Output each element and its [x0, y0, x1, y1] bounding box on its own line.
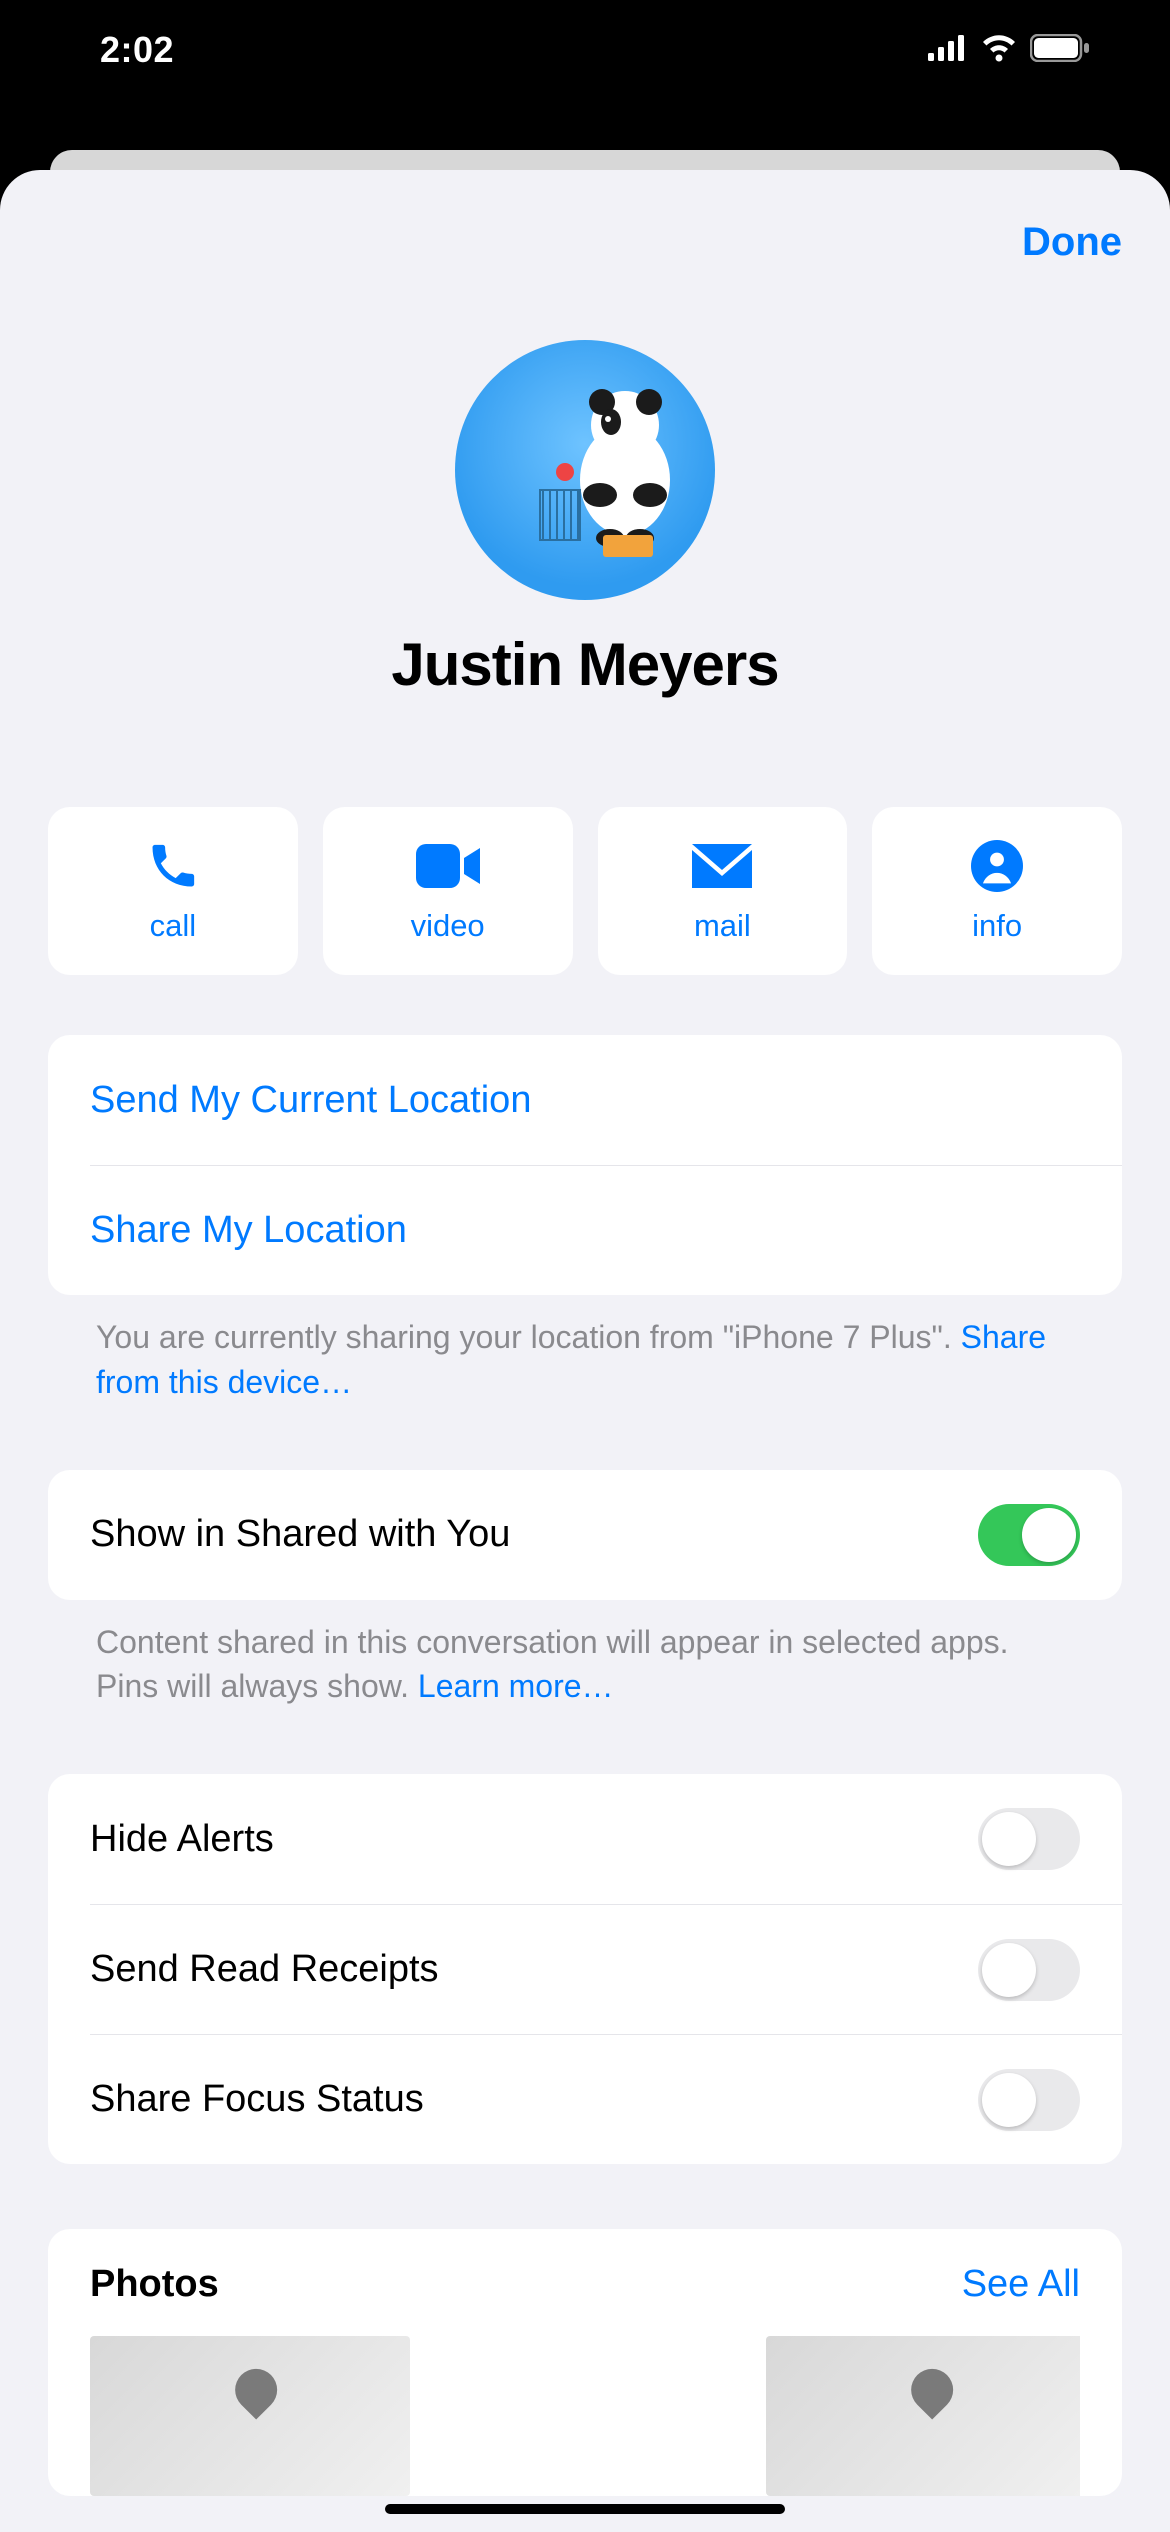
hide-alerts-row: Hide Alerts — [48, 1774, 1122, 1904]
photos-see-all-button[interactable]: See All — [962, 2263, 1080, 2306]
show-in-shared-with-you-label: Show in Shared with You — [90, 1513, 510, 1556]
profile-section: Justin Meyers — [48, 340, 1122, 699]
send-read-receipts-label: Send Read Receipts — [90, 1948, 439, 1991]
photo-thumbnail[interactable] — [766, 2336, 1080, 2496]
sheet-header: Done — [48, 220, 1122, 265]
status-time: 2:02 — [100, 29, 174, 71]
video-icon — [416, 838, 480, 894]
phone-icon — [146, 838, 200, 894]
hide-alerts-label: Hide Alerts — [90, 1818, 274, 1861]
info-button[interactable]: info — [872, 807, 1122, 975]
send-read-receipts-toggle[interactable] — [978, 1939, 1080, 2001]
learn-more-link[interactable]: Learn more… — [418, 1668, 614, 1704]
mail-label: mail — [694, 908, 751, 944]
photos-group: Photos See All — [48, 2229, 1122, 2496]
call-button[interactable]: call — [48, 807, 298, 975]
video-button[interactable]: video — [323, 807, 573, 975]
show-in-shared-with-you-toggle[interactable] — [978, 1504, 1080, 1566]
video-label: video — [411, 908, 485, 944]
contact-name: Justin Meyers — [391, 630, 778, 699]
done-button[interactable]: Done — [1022, 220, 1122, 265]
location-footer: You are currently sharing your location … — [48, 1295, 1122, 1405]
share-my-location-row[interactable]: Share My Location — [90, 1165, 1122, 1295]
status-icons — [928, 34, 1090, 67]
hide-alerts-toggle[interactable] — [978, 1808, 1080, 1870]
person-circle-icon — [971, 838, 1023, 894]
status-bar: 2:02 — [0, 0, 1170, 100]
photo-thumbnail[interactable] — [90, 2336, 410, 2496]
contact-actions: call video mail info — [48, 807, 1122, 975]
photo-thumbnail[interactable] — [428, 2336, 748, 2496]
avatar[interactable] — [455, 340, 715, 600]
call-label: call — [150, 908, 197, 944]
contact-details-sheet: Done Justin Meyers — [0, 170, 1170, 2532]
share-focus-status-label: Share Focus Status — [90, 2078, 424, 2121]
share-focus-status-toggle[interactable] — [978, 2069, 1080, 2131]
share-focus-status-row: Share Focus Status — [90, 2034, 1122, 2164]
shared-with-you-footer: Content shared in this conversation will… — [48, 1600, 1122, 1710]
cellular-icon — [928, 35, 968, 66]
photos-strip[interactable] — [90, 2336, 1080, 2496]
send-current-location-label: Send My Current Location — [90, 1079, 531, 1122]
location-group: Send My Current Location Share My Locati… — [48, 1035, 1122, 1295]
battery-icon — [1030, 34, 1090, 67]
location-footer-text: You are currently sharing your location … — [96, 1319, 961, 1355]
share-my-location-label: Share My Location — [90, 1209, 407, 1252]
notification-toggles-group: Hide Alerts Send Read Receipts Share Foc… — [48, 1774, 1122, 2164]
mail-button[interactable]: mail — [598, 807, 848, 975]
mail-icon — [692, 838, 752, 894]
send-read-receipts-row: Send Read Receipts — [90, 1904, 1122, 2034]
home-indicator[interactable] — [385, 2504, 785, 2514]
wifi-icon — [980, 34, 1018, 67]
show-in-shared-with-you-row: Show in Shared with You — [48, 1470, 1122, 1600]
shared-with-you-group: Show in Shared with You — [48, 1470, 1122, 1600]
info-label: info — [972, 908, 1022, 944]
photos-title: Photos — [90, 2263, 219, 2306]
send-current-location-row[interactable]: Send My Current Location — [48, 1035, 1122, 1165]
